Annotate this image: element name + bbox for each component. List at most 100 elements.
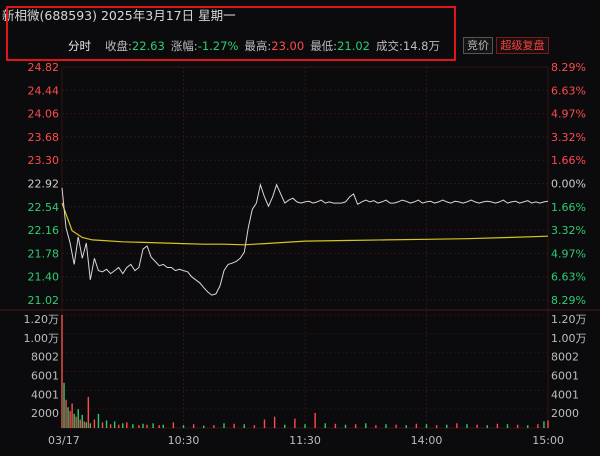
percent-tick-label: 8.29% <box>551 61 586 74</box>
volume-bar <box>223 423 225 428</box>
volume-tick-label-left: 6001 <box>31 370 59 383</box>
mode-label[interactable]: 分时 <box>68 39 91 53</box>
volume-bar <box>385 424 387 428</box>
price-tick-label: 21.02 <box>28 294 60 307</box>
volume-tick-label-right: 1.00万 <box>551 332 587 345</box>
volume-tick-label-left: 4001 <box>31 388 59 401</box>
time-axis: 03/17 10:30 11:30 14:00 15:00 <box>48 434 564 447</box>
volume-tick-label-right: 2000 <box>551 407 579 420</box>
percent-tick-label: 4.97% <box>551 108 586 121</box>
price-tick-label: 22.16 <box>28 224 60 237</box>
volume-bar <box>354 424 357 428</box>
volume-bar <box>87 396 90 428</box>
volume-bar <box>118 424 120 428</box>
volume-bar <box>253 425 256 428</box>
volume-bar <box>344 424 347 428</box>
volume-bar <box>146 424 148 428</box>
price-tick-label: 24.82 <box>28 61 60 74</box>
volume-bar <box>162 424 164 428</box>
volume-bar <box>466 424 468 428</box>
volume-bar <box>77 409 79 428</box>
volume-bar <box>324 423 326 428</box>
volume-bar <box>243 424 245 428</box>
volume-bar <box>203 425 205 428</box>
volume-bar <box>284 424 286 428</box>
volume-bar <box>314 412 316 428</box>
volume-bar <box>69 411 71 428</box>
close-value: 22.63 <box>131 39 165 53</box>
volume-bar <box>67 407 69 428</box>
volume-bar <box>476 424 478 428</box>
percent-axis: 8.29% 6.63% 4.97% 3.32% 1.66% 0.00% 1.66% 3.32%… <box>551 61 586 307</box>
volume-bar <box>506 424 509 428</box>
volume-value: 14.8万 <box>402 39 440 53</box>
volume-bar <box>456 423 458 428</box>
volume-tick-label-right: 8002 <box>551 351 579 364</box>
volume-tick-label-left: 8002 <box>31 351 59 364</box>
low-label: 最低: <box>310 39 338 53</box>
volume-bar <box>142 423 144 428</box>
volume-bar <box>233 423 235 428</box>
chart-grid <box>61 66 549 428</box>
volume-bar <box>425 424 428 428</box>
volume-bar <box>63 382 65 428</box>
volume-bar <box>182 425 185 428</box>
volume-bar <box>85 422 87 428</box>
change-label: 涨幅: <box>170 39 198 53</box>
volume-bar <box>97 413 100 428</box>
percent-tick-label: 3.32% <box>551 224 586 237</box>
time-tick-label: 15:00 <box>532 434 564 447</box>
price-tick-label: 23.68 <box>28 131 60 144</box>
volume-bar <box>113 421 116 428</box>
volume-bar <box>122 423 124 428</box>
volume-bar <box>547 420 549 428</box>
volume-bar <box>71 403 73 428</box>
volume-bar <box>89 423 92 428</box>
bid-button[interactable]: 竞价 <box>463 37 493 54</box>
low-value: 21.02 <box>337 39 370 53</box>
price-tick-label: 23.30 <box>28 154 60 167</box>
price-tick-label: 21.78 <box>28 247 60 260</box>
price-tick-label: 21.40 <box>28 271 60 284</box>
super-replay-button[interactable]: 超级复盘 <box>496 37 549 54</box>
volume-bar <box>334 423 337 428</box>
intraday-chart[interactable]: 24.82 24.44 24.06 23.68 23.30 22.92 22.54 22.16… <box>0 0 600 456</box>
volume-bar <box>294 418 296 428</box>
percent-tick-label: 4.97% <box>551 247 586 260</box>
volume-bar <box>496 423 499 428</box>
time-tick-label: 14:00 <box>411 434 443 447</box>
volume-bar <box>126 422 128 428</box>
volume-bar <box>527 425 529 428</box>
volume-bar <box>273 416 276 428</box>
percent-tick-label: 1.66% <box>551 201 586 214</box>
quote-info-bar: 分时 收盘:22.63 涨幅:-1.27% 最高:23.00 最低:21.02 成交:14… <box>68 38 446 54</box>
volume-bar <box>138 425 140 428</box>
volume-tick-label-right: 1.20万 <box>551 313 587 326</box>
volume-bar <box>375 425 377 428</box>
percent-tick-label: 6.63% <box>551 271 586 284</box>
percent-tick-label: 8.29% <box>551 294 586 307</box>
volume-bar <box>405 425 407 428</box>
volume-bar <box>81 414 83 428</box>
price-tick-label: 24.44 <box>28 84 60 97</box>
volume-bar <box>415 423 418 428</box>
price-tick-label: 24.06 <box>28 108 60 121</box>
volume-bar <box>486 425 488 428</box>
volume-bar <box>73 413 75 428</box>
volume-bar <box>537 424 539 428</box>
volume-bar <box>158 425 160 428</box>
volume-bar <box>93 419 96 428</box>
price-tick-label: 22.92 <box>28 178 60 191</box>
volume-tick-label-left: 1.20万 <box>24 313 60 326</box>
volume-bar <box>213 425 215 428</box>
price-axis: 24.82 24.44 24.06 23.68 23.30 22.92 22.54 22.16… <box>28 61 60 307</box>
volume-bar <box>101 422 104 428</box>
volume-bar <box>105 420 108 428</box>
time-tick-label: 10:30 <box>168 434 200 447</box>
volume-bar <box>65 399 67 428</box>
time-tick-label: 03/17 <box>48 434 80 447</box>
volume-bar <box>304 424 306 428</box>
volume-bar <box>395 424 397 428</box>
volume-bar <box>192 424 195 428</box>
volume-bar <box>263 419 266 428</box>
